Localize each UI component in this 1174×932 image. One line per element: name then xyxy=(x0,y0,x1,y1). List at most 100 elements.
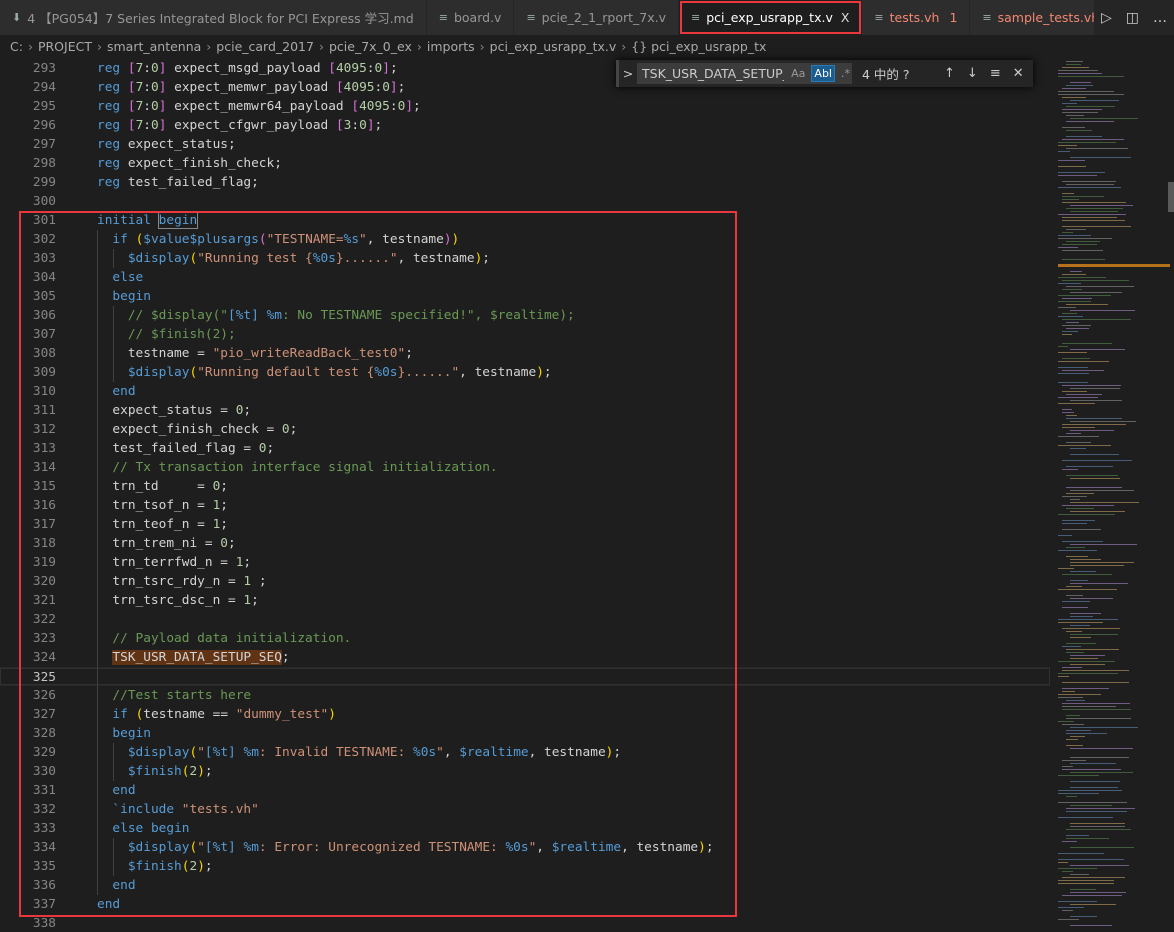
code-line[interactable]: 313 test_failed_flag = 0; xyxy=(0,439,1050,458)
minimap-line xyxy=(1066,556,1088,558)
code-line[interactable]: 319 trn_terrfwd_n = 1; xyxy=(0,553,1050,572)
code-line[interactable]: 299 reg test_failed_flag; xyxy=(0,173,1050,192)
minimap-line xyxy=(1066,394,1102,396)
code-line[interactable]: 318 trn_trem_ni = 0; xyxy=(0,534,1050,553)
code-line[interactable]: 323 // Payload data initialization. xyxy=(0,629,1050,648)
code-line[interactable]: 325 xyxy=(0,667,1050,686)
regex-icon[interactable]: .* xyxy=(839,66,852,81)
code-line[interactable]: 328 begin xyxy=(0,724,1050,743)
code-line[interactable]: 320 trn_tsrc_rdy_n = 1 ; xyxy=(0,572,1050,591)
code-line[interactable]: 337 end xyxy=(0,895,1050,914)
tab-5[interactable]: ≡ sample_tests.vh xyxy=(970,0,1113,35)
breadcrumb-item[interactable]: imports xyxy=(427,39,475,54)
code-line[interactable]: 338 xyxy=(0,914,1050,932)
code-line[interactable]: 333 else begin xyxy=(0,819,1050,838)
code-line[interactable]: 317 trn_teof_n = 1; xyxy=(0,515,1050,534)
line-number: 324 xyxy=(32,650,56,665)
tab-1[interactable]: ≡ board.v xyxy=(426,0,515,35)
code-line[interactable]: 305 begin xyxy=(0,287,1050,306)
code-line[interactable]: 301 initial begin xyxy=(0,211,1050,230)
minimap-line xyxy=(1058,568,1074,570)
minimap[interactable] xyxy=(1050,57,1174,932)
code-line[interactable]: 327 if (testname == "dummy_test") xyxy=(0,705,1050,724)
code-line[interactable]: 316 trn_tsof_n = 1; xyxy=(0,496,1050,515)
toggle-replace-icon[interactable]: > xyxy=(619,66,637,81)
breadcrumb-item[interactable]: pcie_card_2017 xyxy=(216,39,314,54)
tab-2[interactable]: ≡ pcie_2_1_rport_7x.v xyxy=(514,0,680,35)
minimap-line xyxy=(1062,505,1115,507)
run-icon[interactable]: ▷ xyxy=(1101,10,1112,26)
match-case-icon[interactable]: Aa xyxy=(789,66,807,81)
more-actions-icon[interactable]: … xyxy=(1153,10,1167,26)
tab-3[interactable]: ≡ pci_exp_usrapp_tx.v X xyxy=(679,0,863,35)
code-line[interactable]: 312 expect_finish_check = 0; xyxy=(0,420,1050,439)
code-line[interactable]: 315 trn_td = 0; xyxy=(0,477,1050,496)
code-line[interactable]: 302 if ($value$plusargs("TESTNAME=%s", t… xyxy=(0,230,1050,249)
code-line[interactable]: 307 // $finish(2); xyxy=(0,325,1050,344)
indent-guide xyxy=(113,743,114,781)
breadcrumb-item[interactable]: smart_antenna xyxy=(107,39,201,54)
line-number: 297 xyxy=(32,137,56,152)
minimap-line xyxy=(1066,208,1124,210)
minimap-line xyxy=(1062,427,1095,429)
code-line[interactable]: 334 $display("[%t] %m: Error: Unrecogniz… xyxy=(0,838,1050,857)
indent-guide xyxy=(113,306,114,382)
close-find-icon[interactable]: ✕ xyxy=(1013,66,1024,81)
next-match-icon[interactable]: ↓ xyxy=(967,66,978,81)
breadcrumb-item[interactable]: PROJECT xyxy=(38,39,92,54)
line-number: 338 xyxy=(32,916,56,931)
code-line[interactable]: 336 end xyxy=(0,876,1050,895)
minimap-line xyxy=(1070,874,1089,876)
minimap-line xyxy=(1070,805,1113,807)
whole-word-icon[interactable]: Abl xyxy=(811,65,835,82)
code-line[interactable]: 308 testname = "pio_writeReadBack_test0"… xyxy=(0,344,1050,363)
minimap-line xyxy=(1058,775,1099,777)
code-line[interactable]: 329 $display("[%t] %m: Invalid TESTNAME:… xyxy=(0,743,1050,762)
split-editor-icon[interactable]: ◫ xyxy=(1126,10,1139,26)
breadcrumb-item[interactable]: C: xyxy=(10,39,23,54)
find-widget: > TSK_USR_DATA_SETUP_SEQ Aa Abl .* 4 中的 … xyxy=(616,60,1033,87)
code-line[interactable]: 314 // Tx transaction interface signal i… xyxy=(0,458,1050,477)
code-line[interactable]: 326 //Test starts here xyxy=(0,686,1050,705)
find-in-selection-icon[interactable]: ≡ xyxy=(990,66,1001,81)
minimap-line xyxy=(1062,760,1086,762)
minimap-line xyxy=(1066,733,1108,735)
code-line[interactable]: 322 xyxy=(0,610,1050,629)
code-line[interactable]: 297 reg expect_status; xyxy=(0,135,1050,154)
minimap-line xyxy=(1070,211,1119,213)
code-line[interactable]: 335 $finish(2); xyxy=(0,857,1050,876)
code-line[interactable]: 296 reg [7:0] expect_cfgwr_payload [3:0]; xyxy=(0,116,1050,135)
code-line[interactable]: 310 end xyxy=(0,382,1050,401)
minimap-line xyxy=(1070,637,1092,639)
tab-0[interactable]: ⬇ 4 【PG054】7 Series Integrated Block for … xyxy=(0,0,427,35)
breadcrumb-item[interactable]: pci_exp_usrapp_tx.v xyxy=(490,39,617,54)
code-line[interactable]: 300 xyxy=(0,192,1050,211)
code-line[interactable]: 295 reg [7:0] expect_memwr64_payload [409… xyxy=(0,97,1050,116)
previous-match-icon[interactable]: ↑ xyxy=(944,66,955,81)
breadcrumb-item[interactable]: pcie_7x_0_ex xyxy=(329,39,412,54)
breadcrumb-item[interactable]: {} pci_exp_usrapp_tx xyxy=(631,39,766,54)
code-line[interactable]: 309 $display("Running default test {%0s}… xyxy=(0,363,1050,382)
minimap-line xyxy=(1066,631,1082,633)
code-line[interactable]: 331 end xyxy=(0,781,1050,800)
tab-4[interactable]: ≡ tests.vh 1 xyxy=(862,0,971,35)
code-line[interactable]: 321 trn_tsrc_dsc_n = 1; xyxy=(0,591,1050,610)
code-text: // Tx transaction interface signal initi… xyxy=(112,460,498,475)
code-line[interactable]: 304 else xyxy=(0,268,1050,287)
line-number: 311 xyxy=(32,403,56,418)
line-number: 306 xyxy=(32,308,56,323)
code-line[interactable]: 306 // $display("[%t] %m: No TESTNAME sp… xyxy=(0,306,1050,325)
code-editor[interactable]: 293 reg [7:0] expect_msgd_payload [4095:0… xyxy=(0,57,1050,932)
close-tab-icon[interactable]: X xyxy=(841,10,850,25)
code-line[interactable]: 330 $finish(2); xyxy=(0,762,1050,781)
code-line[interactable]: 311 expect_status = 0; xyxy=(0,401,1050,420)
minimap-line xyxy=(1058,382,1088,384)
minimap-line xyxy=(1062,193,1074,195)
find-input[interactable]: TSK_USR_DATA_SETUP_SEQ Aa Abl .* xyxy=(637,63,852,84)
code-line[interactable]: 332 `include "tests.vh" xyxy=(0,800,1050,819)
code-line[interactable]: 303 $display("Running test {%0s}......",… xyxy=(0,249,1050,268)
minimap-line xyxy=(1058,817,1114,819)
code-line[interactable]: 324 TSK_USR_DATA_SETUP_SEQ; xyxy=(0,648,1050,667)
code-line[interactable]: 298 reg expect_finish_check; xyxy=(0,154,1050,173)
scrollbar-thumb[interactable] xyxy=(1168,182,1174,212)
